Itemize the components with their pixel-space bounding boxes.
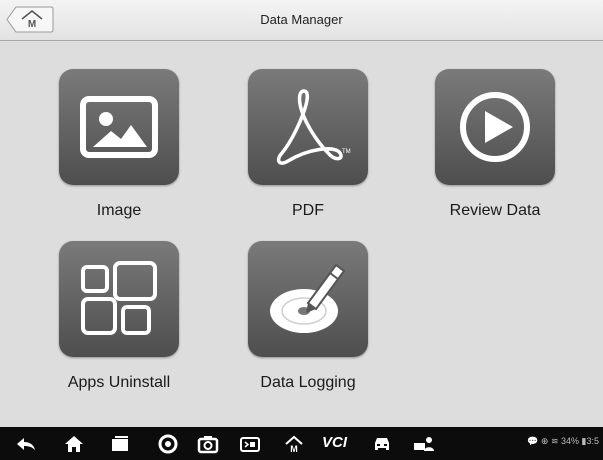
vci-icon[interactable]: VCI [322,434,347,451]
pdf-icon: TM [248,69,368,185]
recent-apps-icon[interactable] [108,433,132,455]
apps-grid-icon [59,241,179,357]
play-icon [435,69,555,185]
maxisys-home-icon[interactable]: M [282,433,306,455]
system-nav-bar: M VCI 💬 ⊕ ≋ 34% ▮3:5 [0,427,603,460]
screen: M Data Manager Image TM PDF Review Data … [0,0,603,460]
home-icon[interactable] [62,433,86,455]
tile-image-label: Image [96,202,142,219]
tile-image[interactable]: Image [44,69,194,239]
back-icon[interactable] [14,433,38,455]
title-bar: M Data Manager [0,0,603,41]
tile-pdf[interactable]: TM PDF [233,69,383,239]
tile-data-logging-label: Data Logging [260,374,356,391]
vehicle-icon[interactable] [370,433,394,455]
svg-text:M: M [290,444,298,454]
tile-review-data[interactable]: Review Data [420,69,570,239]
tile-data-logging[interactable]: Data Logging [233,241,383,411]
status-area: 💬 ⊕ ≋ 34% ▮3:5 [527,436,599,446]
tile-apps-uninstall-label: Apps Uninstall [67,374,171,391]
app-grid: Image TM PDF Review Data Apps Uninstall … [0,41,603,427]
browser-icon[interactable] [156,433,180,455]
display-mode-icon[interactable] [238,433,262,455]
remote-support-icon[interactable] [412,433,436,455]
svg-text:TM: TM [342,149,351,155]
camera-icon[interactable] [196,433,220,455]
tile-pdf-label: PDF [292,202,324,219]
data-logging-icon [248,241,368,357]
image-icon [59,69,179,185]
page-title: Data Manager [260,12,343,27]
tile-review-data-label: Review Data [449,202,541,219]
tile-apps-uninstall[interactable]: Apps Uninstall [44,241,194,411]
